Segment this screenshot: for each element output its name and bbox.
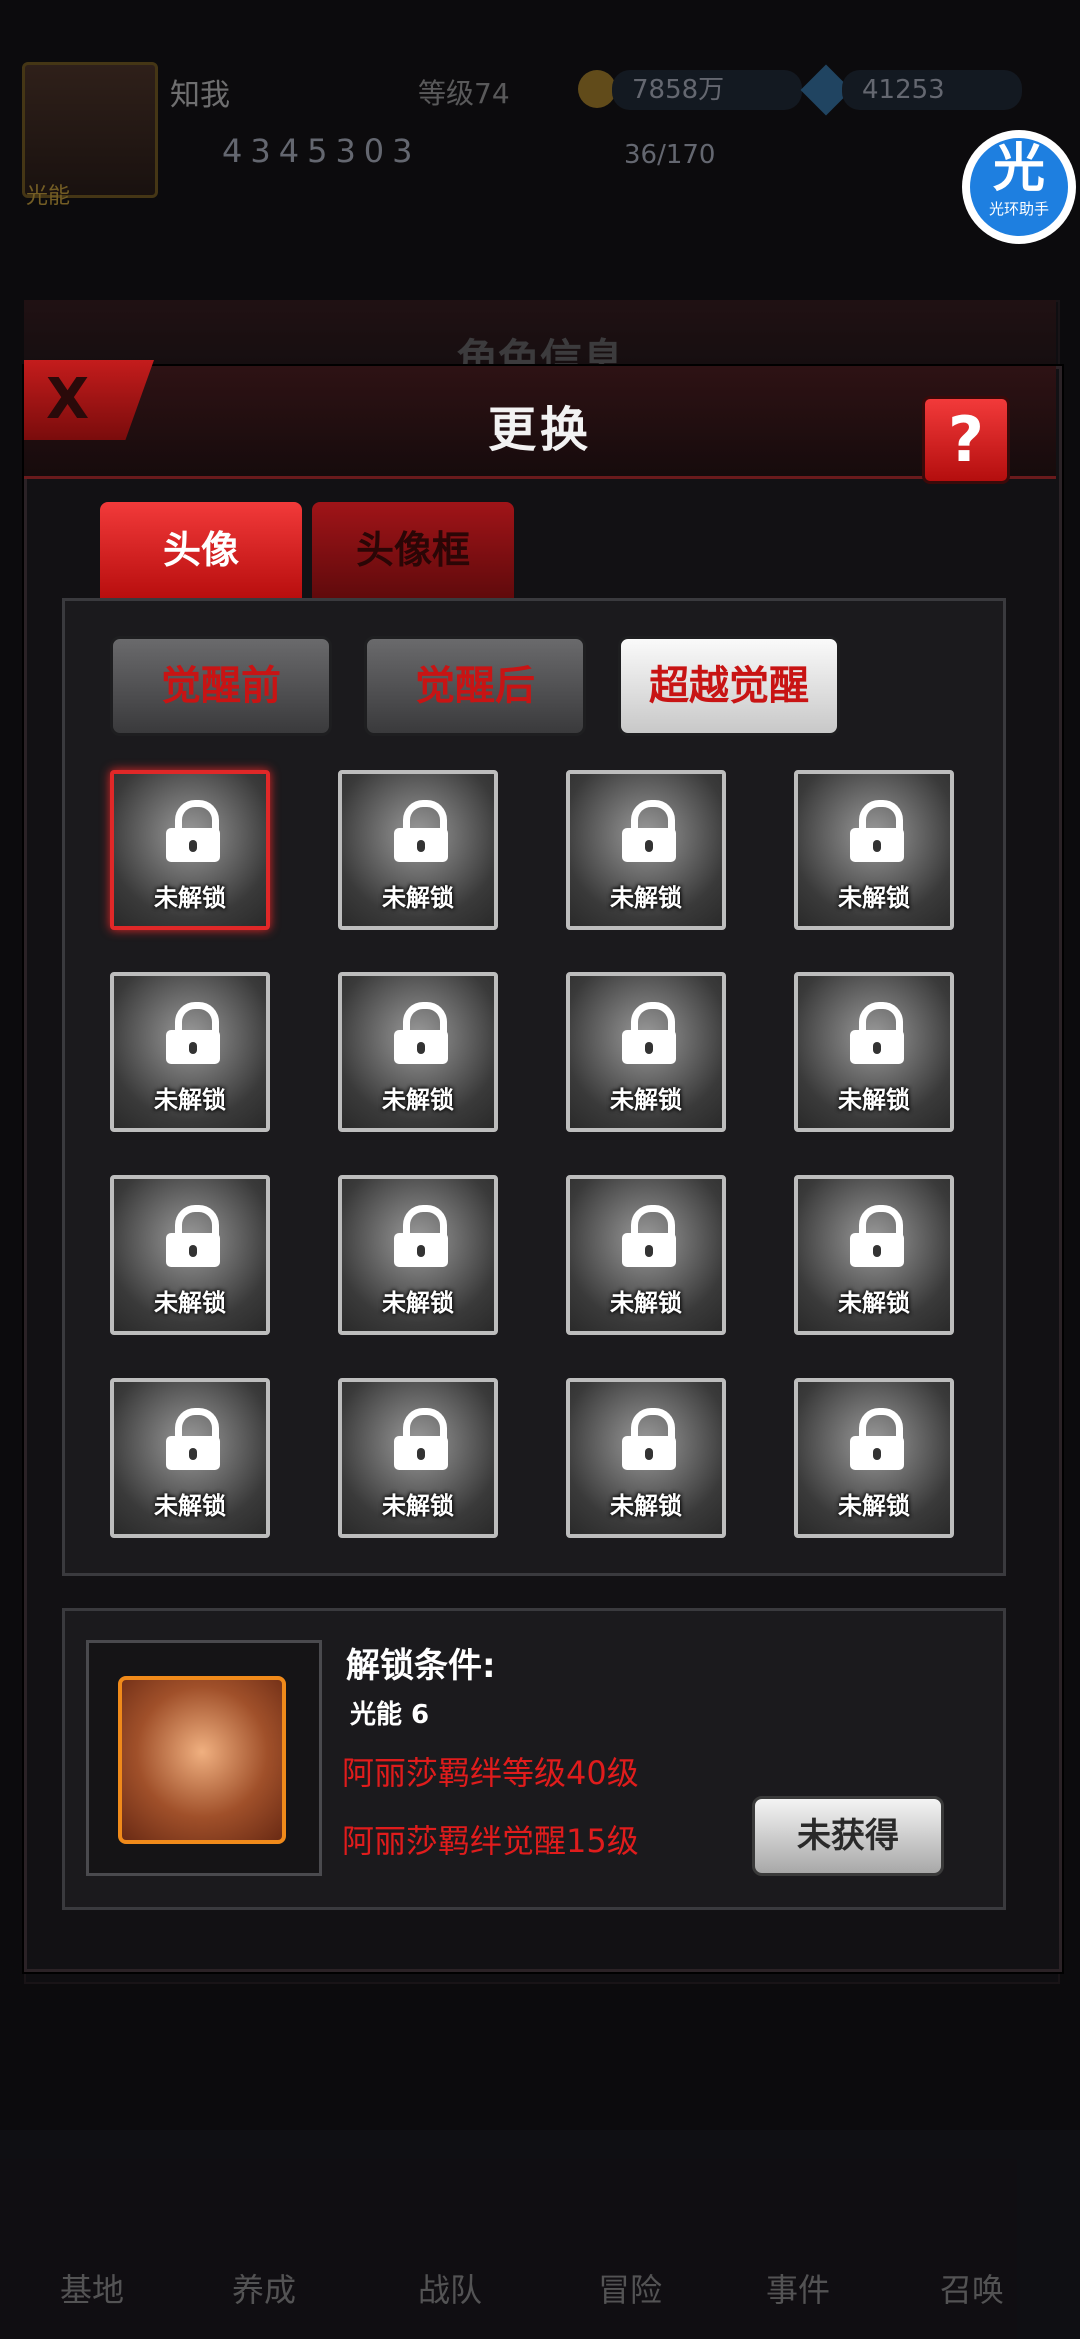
- lock-icon: [166, 1205, 220, 1267]
- lock-icon: [394, 1205, 448, 1267]
- gem-count: 41253: [842, 70, 1022, 110]
- locked-label: 未解锁: [382, 1492, 454, 1520]
- avatar-slot[interactable]: 未解锁: [566, 1378, 726, 1538]
- unlock-energy: 光能 6: [350, 1700, 430, 1730]
- avatar-slot[interactable]: 未解锁: [338, 770, 498, 930]
- avatar-slot[interactable]: 未解锁: [566, 770, 726, 930]
- nav-item[interactable]: 冒险: [598, 2265, 662, 2311]
- coin-icon: [578, 70, 616, 108]
- avatar-slot[interactable]: 未解锁: [338, 1175, 498, 1335]
- avatar-slot[interactable]: 未解锁: [110, 1378, 270, 1538]
- help-button[interactable]: ?: [922, 396, 1010, 484]
- unlock-condition: 阿丽莎羁绊等级40级: [342, 1754, 639, 1792]
- helper-glyph: 光: [992, 139, 1045, 199]
- locked-label: 未解锁: [382, 1086, 454, 1114]
- avatar-slot[interactable]: 未解锁: [110, 770, 270, 930]
- lock-icon: [394, 1002, 448, 1064]
- lock-icon: [166, 1002, 220, 1064]
- tab-avatar[interactable]: 头像: [100, 502, 302, 598]
- lock-icon: [166, 800, 220, 862]
- lock-icon: [850, 1408, 904, 1470]
- locked-label: 未解锁: [154, 884, 226, 912]
- nav-item[interactable]: 基地: [60, 2265, 124, 2311]
- lock-icon: [622, 1408, 676, 1470]
- locked-label: 未解锁: [838, 1086, 910, 1114]
- lock-icon: [394, 1408, 448, 1470]
- locked-label: 未解锁: [838, 1492, 910, 1520]
- avatar-slot[interactable]: 未解锁: [566, 1175, 726, 1335]
- question-icon: ?: [948, 403, 984, 476]
- lock-icon: [622, 1002, 676, 1064]
- lock-icon: [850, 1205, 904, 1267]
- avatar-slot[interactable]: 未解锁: [110, 972, 270, 1132]
- player-name: 知我: [170, 78, 230, 113]
- subtab-before-awaken[interactable]: 觉醒前: [110, 636, 332, 736]
- locked-label: 未解锁: [382, 1289, 454, 1317]
- lock-icon: [850, 1002, 904, 1064]
- locked-label: 未解锁: [838, 1289, 910, 1317]
- player-level: 等级74: [418, 77, 510, 110]
- coin-count: 7858万: [612, 70, 802, 110]
- locked-label: 未解锁: [610, 884, 682, 912]
- locked-label: 未解锁: [610, 1086, 682, 1114]
- avatar-slot[interactable]: 未解锁: [338, 1378, 498, 1538]
- avatar-slot[interactable]: 未解锁: [566, 972, 726, 1132]
- unlock-title: 解锁条件:: [346, 1646, 496, 1686]
- lock-icon: [850, 800, 904, 862]
- bottom-nav: 基地 养成 战队 冒险 事件 召唤: [0, 2130, 1080, 2339]
- avatar-slot[interactable]: 未解锁: [794, 1175, 954, 1335]
- avatar-slot[interactable]: 未解锁: [338, 972, 498, 1132]
- avatar-slot[interactable]: 未解锁: [794, 770, 954, 930]
- nav-item[interactable]: 养成: [232, 2265, 296, 2311]
- avatar-slot[interactable]: 未解锁: [794, 1378, 954, 1538]
- modal-title: 更换: [487, 402, 592, 458]
- lock-icon: [394, 800, 448, 862]
- energy-badge: 光能: [26, 184, 71, 209]
- helper-button[interactable]: 光 光环助手: [962, 130, 1076, 244]
- locked-label: 未解锁: [154, 1086, 226, 1114]
- selected-avatar-preview: [118, 1676, 286, 1844]
- locked-label: 未解锁: [382, 884, 454, 912]
- stamina-value: 36/170: [624, 140, 716, 170]
- avatar-slot[interactable]: 未解锁: [110, 1175, 270, 1335]
- power-value: 4345303: [222, 132, 421, 170]
- tab-avatar-frame[interactable]: 头像框: [312, 502, 514, 598]
- avatar-slot[interactable]: 未解锁: [794, 972, 954, 1132]
- nav-item[interactable]: 事件: [766, 2265, 830, 2311]
- locked-label: 未解锁: [610, 1492, 682, 1520]
- locked-label: 未解锁: [838, 884, 910, 912]
- unobtained-button[interactable]: 未获得: [752, 1796, 944, 1876]
- helper-label: 光环助手: [988, 200, 1049, 218]
- locked-label: 未解锁: [610, 1289, 682, 1317]
- lock-icon: [622, 800, 676, 862]
- subtab-after-awaken[interactable]: 觉醒后: [364, 636, 586, 736]
- nav-item[interactable]: 战队: [418, 2265, 482, 2311]
- nav-item[interactable]: 召唤: [940, 2265, 1004, 2311]
- lock-icon: [166, 1408, 220, 1470]
- locked-label: 未解锁: [154, 1492, 226, 1520]
- unlock-condition: 阿丽莎羁绊觉醒15级: [342, 1822, 639, 1860]
- subtab-transcend-awaken[interactable]: 超越觉醒: [618, 636, 840, 736]
- locked-label: 未解锁: [154, 1289, 226, 1317]
- lock-icon: [622, 1205, 676, 1267]
